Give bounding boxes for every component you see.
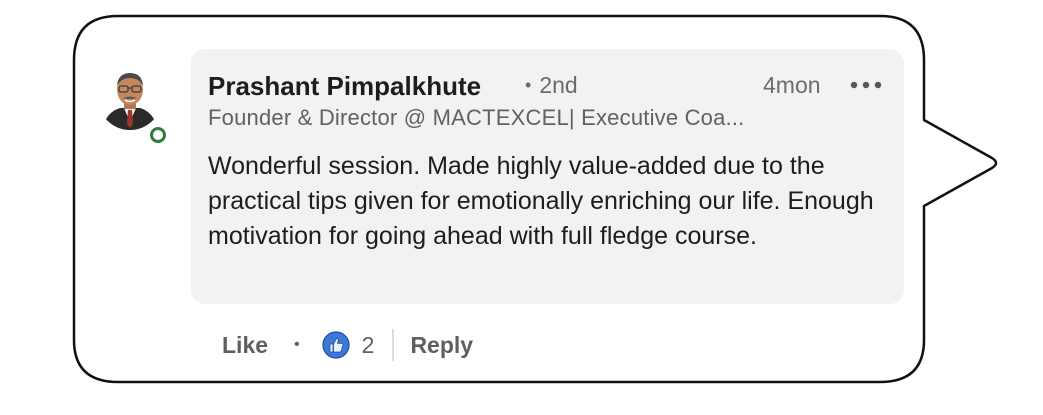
comment-callout: Prashant Pimpalkhute • 2nd 4mon Founder &… bbox=[0, 0, 1043, 415]
profile-photo bbox=[98, 66, 162, 130]
degree-label: 2nd bbox=[539, 72, 578, 98]
like-button[interactable]: Like bbox=[222, 332, 268, 359]
reaction-count[interactable]: 2 bbox=[362, 332, 375, 359]
thumbs-up-icon[interactable] bbox=[322, 331, 350, 359]
action-divider bbox=[392, 329, 395, 361]
more-options-icon[interactable] bbox=[849, 75, 883, 95]
author-name[interactable]: Prashant Pimpalkhute bbox=[208, 71, 481, 102]
online-status-icon bbox=[147, 124, 169, 146]
action-separator: • bbox=[294, 336, 300, 353]
comment-card: Prashant Pimpalkhute • 2nd 4mon Founder &… bbox=[191, 49, 904, 304]
connection-degree: • 2nd bbox=[525, 72, 578, 99]
comment-body: Wonderful session. Made highly value-add… bbox=[208, 152, 874, 250]
comment-actions: Like • 2 Reply bbox=[222, 326, 473, 364]
degree-separator: • bbox=[525, 75, 532, 95]
author-avatar[interactable] bbox=[98, 66, 169, 146]
comment-timestamp: 4mon bbox=[763, 72, 821, 98]
reply-button[interactable]: Reply bbox=[410, 332, 473, 359]
author-headline: Founder & Director @ MACTEXCEL| Executiv… bbox=[208, 105, 745, 130]
